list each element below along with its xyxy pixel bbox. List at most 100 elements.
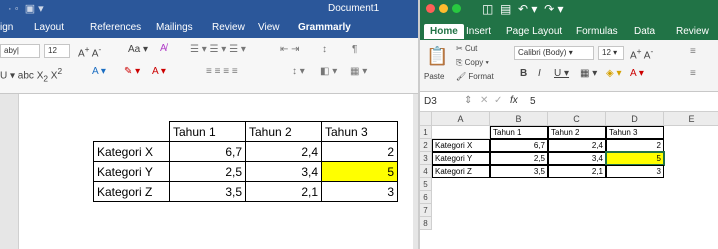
function-icon[interactable]: fx <box>510 95 518 106</box>
spreadsheet-cell[interactable]: 3,5 <box>490 165 548 178</box>
excel-font-name-box[interactable]: Calibri (Body) ▾ <box>514 46 594 60</box>
selected-cell-d3[interactable]: 5 <box>605 151 665 166</box>
excel-tab-formulas[interactable]: Formulas <box>576 26 618 37</box>
minimize-window-button[interactable] <box>439 4 448 13</box>
underline-button[interactable]: U ▾ <box>554 68 569 79</box>
table-cell[interactable]: 2,4 <box>245 141 322 162</box>
spreadsheet-cell[interactable]: Tahun 2 <box>548 126 606 139</box>
paste-button[interactable]: Paste <box>424 72 444 81</box>
spreadsheet-cell[interactable]: 2,1 <box>548 165 606 178</box>
column-header-c[interactable]: C <box>548 112 606 126</box>
table-row-label[interactable]: Kategori Z <box>93 181 170 202</box>
word-font-name-box[interactable]: aby| <box>0 44 40 58</box>
row-header[interactable]: 1 <box>420 126 432 139</box>
word-borders-icon[interactable]: ▦ ▾ <box>350 66 367 77</box>
excel-tab-insert[interactable]: Insert <box>466 26 491 37</box>
column-header-a[interactable]: A <box>432 112 490 126</box>
table-cell[interactable]: 3,5 <box>169 181 246 202</box>
word-font-size-box[interactable]: 12 <box>44 44 70 58</box>
table-cell-highlighted[interactable]: 5 <box>321 161 398 182</box>
column-header-e[interactable]: E <box>664 112 718 126</box>
italic-button[interactable]: I <box>538 68 541 79</box>
row-header[interactable]: 6 <box>420 191 432 204</box>
spreadsheet-cell[interactable]: Kategori Y <box>432 152 490 165</box>
excel-tab-page-layout[interactable]: Page Layout <box>506 26 562 37</box>
column-header-b[interactable]: B <box>490 112 548 126</box>
excel-font-grow-icon[interactable]: A+ A- <box>630 46 653 61</box>
word-tab-review[interactable]: Review <box>212 22 245 33</box>
cut-button[interactable]: ✂ Cut <box>456 44 477 53</box>
table-row-label[interactable]: Kategori X <box>93 141 170 162</box>
spreadsheet-cell[interactable]: Kategori X <box>432 139 490 152</box>
fill-color-icon[interactable]: ◈ ▾ <box>606 68 622 79</box>
format-painter-button[interactable]: 🖌 Format <box>456 72 494 81</box>
word-tab-design[interactable]: ign <box>0 22 13 33</box>
table-cell[interactable]: 2,1 <box>245 181 322 202</box>
spreadsheet-cell[interactable]: Tahun 3 <box>606 126 664 139</box>
word-window-controls[interactable]: · ◦ ▣ ▾ <box>8 2 44 15</box>
table-cell[interactable]: 6,7 <box>169 141 246 162</box>
align-bottom-icon[interactable]: ≡ <box>690 68 696 79</box>
spreadsheet-cell[interactable]: 2,5 <box>490 152 548 165</box>
word-tab-references[interactable]: References <box>90 22 141 33</box>
row-header[interactable]: 2 <box>420 139 432 152</box>
excel-tab-review[interactable]: Review <box>676 26 709 37</box>
spreadsheet-cell[interactable]: Tahun 1 <box>490 126 548 139</box>
word-tab-view[interactable]: View <box>258 22 280 33</box>
word-tab-layout[interactable]: Layout <box>34 22 64 33</box>
row-header[interactable]: 7 <box>420 204 432 217</box>
spreadsheet-cell[interactable] <box>432 126 490 139</box>
word-pilcrow-icon[interactable]: ¶ <box>352 44 357 55</box>
excel-font-size-box[interactable]: 12 ▾ <box>598 46 624 60</box>
word-font-color-icon[interactable]: A ▾ <box>152 66 166 77</box>
word-font-grow-icon[interactable]: A+ A- <box>78 44 101 59</box>
spreadsheet-cell[interactable]: 3,4 <box>548 152 606 165</box>
word-shading-icon[interactable]: ◧ ▾ <box>320 66 337 77</box>
table-cell[interactable]: 3,4 <box>245 161 322 182</box>
column-header-d[interactable]: D <box>606 112 664 126</box>
paste-clipboard-icon[interactable]: 📋 <box>426 46 448 67</box>
cancel-entry-icon[interactable]: ✕ <box>480 95 488 106</box>
spreadsheet-cell[interactable]: Kategori Z <box>432 165 490 178</box>
excel-spreadsheet-grid[interactable]: A B C D E 1 2 3 4 5 6 7 8 Tahun 1 Tahun … <box>420 112 718 249</box>
row-header[interactable]: 3 <box>420 152 432 165</box>
row-header[interactable]: 5 <box>420 178 432 191</box>
select-all-corner[interactable] <box>420 112 432 126</box>
word-highlight-icon[interactable]: ✎ ▾ <box>124 66 140 77</box>
maximize-window-button[interactable] <box>452 4 461 13</box>
bold-button[interactable]: B <box>520 68 527 79</box>
word-format-icons[interactable]: U ▾ abc X2 X2 <box>0 66 62 83</box>
align-icon[interactable]: ≡ <box>690 46 696 57</box>
word-bullets-icon[interactable]: ☰ ▾ ☰ ▾ ☰ ▾ <box>190 44 246 55</box>
table-header-cell[interactable]: Tahun 3 <box>321 121 398 142</box>
row-header[interactable]: 8 <box>420 217 432 230</box>
copy-button[interactable]: ⎘ Copy ▾ <box>456 58 489 68</box>
table-cell[interactable]: 2,5 <box>169 161 246 182</box>
table-cell[interactable]: 3 <box>321 181 398 202</box>
table-cell-empty[interactable] <box>93 121 170 142</box>
confirm-entry-icon[interactable]: ✓ <box>494 95 502 106</box>
formula-input[interactable]: 5 <box>530 96 716 107</box>
word-change-case-icon[interactable]: Aa ▾ <box>128 44 148 55</box>
borders-icon[interactable]: ▦ ▾ <box>580 68 597 79</box>
row-header[interactable]: 4 <box>420 165 432 178</box>
spreadsheet-cell[interactable]: 2 <box>606 139 664 152</box>
close-window-button[interactable] <box>426 4 435 13</box>
table-cell[interactable]: 2 <box>321 141 398 162</box>
table-row-label[interactable]: Kategori Y <box>93 161 170 182</box>
word-line-spacing-icon[interactable]: ↕ ▾ <box>292 66 305 77</box>
word-text-effects-icon[interactable]: A ▾ <box>92 66 106 77</box>
table-header-cell[interactable]: Tahun 2 <box>245 121 322 142</box>
word-tab-mailings[interactable]: Mailings <box>156 22 193 33</box>
word-clear-format-icon[interactable]: A̸ <box>160 43 167 54</box>
spreadsheet-cell[interactable]: 3 <box>606 165 664 178</box>
spreadsheet-cell[interactable]: 6,7 <box>490 139 548 152</box>
spreadsheet-cell[interactable]: 2,4 <box>548 139 606 152</box>
word-data-table[interactable]: Tahun 1 Tahun 2 Tahun 3 Kategori X 6,7 2… <box>93 121 398 202</box>
word-indent-icon[interactable]: ⇤ ⇥ <box>280 44 300 55</box>
word-align-icons[interactable]: ≡ ≡ ≡ ≡ <box>206 66 238 77</box>
name-box[interactable]: D3 <box>424 96 437 107</box>
word-sort-icon[interactable]: ↕ <box>322 44 327 55</box>
quick-access-icons[interactable]: ◫ ▤ ↶ ▾ ↷ ▾ <box>482 2 564 16</box>
excel-tab-home[interactable]: Home <box>424 24 464 39</box>
